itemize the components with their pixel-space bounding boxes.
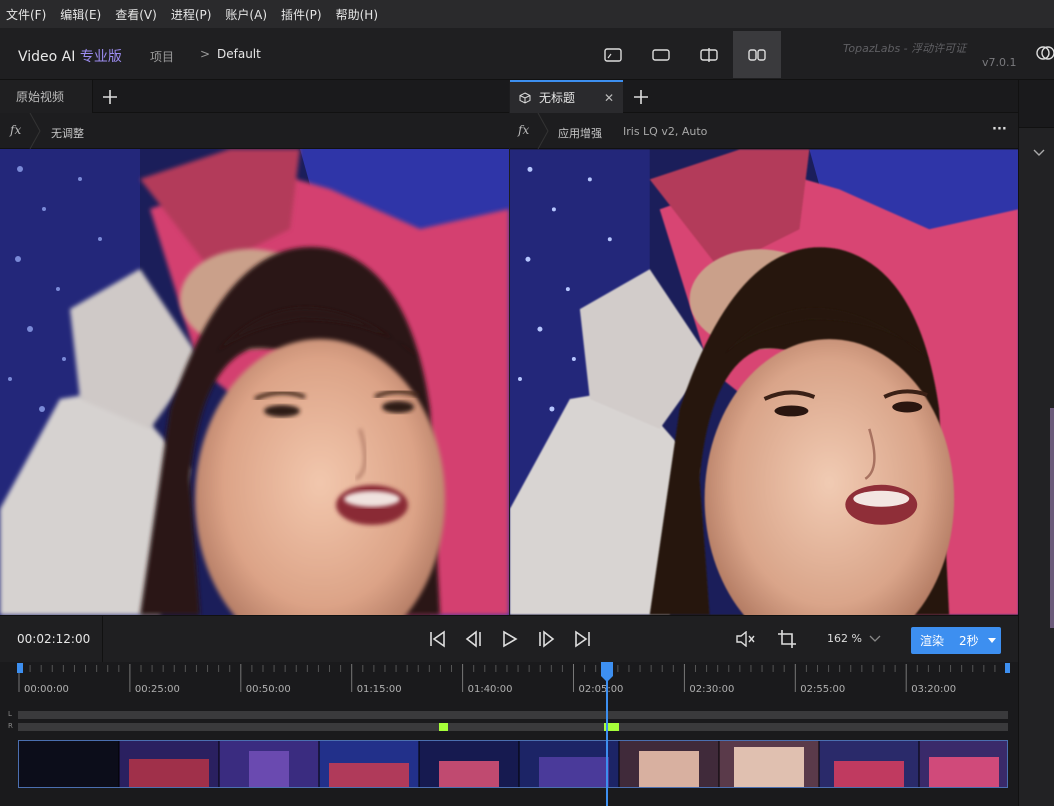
version-label: v7.0.1 — [982, 56, 1017, 69]
out-point-marker[interactable] — [1005, 663, 1010, 673]
menu-edit[interactable]: 编辑(E) — [60, 6, 101, 23]
crop-icon[interactable] — [778, 630, 796, 648]
close-icon[interactable]: ✕ — [604, 91, 614, 105]
play-icon[interactable] — [500, 630, 520, 648]
render-label: 渲染 — [920, 634, 945, 648]
caret-down-icon — [987, 637, 996, 643]
skip-to-start-icon[interactable] — [428, 630, 448, 648]
filmstrip-thumbnails — [19, 741, 1007, 787]
tab-original-video[interactable]: 原始视频 — [0, 80, 93, 113]
transport-bar: 00:02:12:00 162 % 渲染 2秒 — [0, 615, 1018, 663]
cube-icon — [519, 91, 531, 104]
ruler-tick-label: 01:40:00 — [467, 684, 513, 695]
audio-marker — [439, 723, 448, 731]
app-name: Video AI — [18, 49, 76, 65]
menu-process[interactable]: 进程(P) — [171, 6, 212, 23]
chevron-right-icon: > — [200, 47, 211, 61]
app-title: Video AI 专业版 — [18, 46, 122, 66]
render-duration: 2秒 — [959, 634, 979, 648]
ruler-tick-label: 02:30:00 — [689, 684, 735, 695]
breadcrumb-project[interactable]: 项目 — [150, 48, 174, 65]
track-label-right: R — [8, 722, 13, 730]
mute-icon[interactable] — [735, 631, 755, 647]
single-view-button[interactable] — [589, 31, 637, 78]
skip-to-end-icon[interactable] — [572, 630, 592, 648]
divider — [102, 616, 103, 663]
plus-icon — [634, 89, 648, 104]
right-settings-bar: fx 应用增强 Iris LQ v2, Auto ··· — [510, 113, 1018, 149]
menu-account[interactable]: 账户(A) — [225, 6, 267, 23]
chevron-separator-icon — [537, 113, 549, 149]
adjustment-label[interactable]: 无调整 — [51, 125, 84, 141]
add-tab-right-button[interactable] — [624, 80, 658, 113]
tab-label: 无标题 — [539, 91, 576, 105]
ruler-tick-label: 02:55:00 — [800, 684, 846, 695]
right-side-panel — [1018, 80, 1054, 806]
playhead[interactable] — [605, 662, 608, 806]
panel-header — [1019, 80, 1054, 128]
account-icon — [1036, 46, 1054, 60]
original-video-preview[interactable] — [0, 149, 509, 615]
fx-icon: fx — [10, 123, 22, 137]
breadcrumb-project-name[interactable]: Default — [217, 47, 261, 61]
menu-help[interactable]: 帮助(H) — [336, 6, 378, 23]
menu-bar: 文件(F) 编辑(E) 查看(V) 进程(P) 账户(A) 插件(P) 帮助(H… — [0, 0, 1054, 28]
menu-plugins[interactable]: 插件(P) — [281, 6, 322, 23]
ruler-tick-label: 00:50:00 — [245, 684, 291, 695]
full-view-button[interactable] — [637, 31, 685, 78]
add-tab-left-button[interactable] — [93, 80, 127, 113]
app-header: Video AI 专业版 项目 > Default TopazLabs - 浮动… — [0, 28, 1054, 80]
video-frame-enhanced — [510, 149, 1018, 615]
enhanced-video-preview[interactable] — [510, 149, 1018, 615]
ruler-tick-label: 00:00:00 — [24, 684, 69, 695]
side-by-side-button[interactable] — [733, 31, 781, 78]
timeline[interactable]: 00:00:00 00:25:00 00:50:00 01:15:00 01:40:00… — [0, 662, 1018, 806]
audio-track-right — [18, 723, 1008, 731]
more-options-icon[interactable]: ··· — [992, 122, 1007, 137]
step-back-icon[interactable] — [464, 630, 484, 648]
tab-untitled[interactable]: 无标题 ✕ — [510, 80, 623, 113]
timeline-ruler[interactable] — [0, 662, 1018, 702]
app-edition: 专业版 — [79, 49, 122, 65]
panel-thumbnail-edge — [1050, 408, 1054, 628]
right-tab-strip: 无标题 ✕ — [510, 80, 1018, 113]
full-view-icon — [652, 48, 670, 61]
in-point-marker[interactable] — [17, 663, 23, 673]
menu-view[interactable]: 查看(V) — [115, 6, 157, 23]
fx-icon: fx — [518, 123, 530, 137]
zoom-level[interactable]: 162 % — [827, 632, 862, 645]
playhead-handle-icon[interactable] — [600, 662, 613, 682]
split-view-icon — [700, 47, 718, 62]
side-by-side-icon — [748, 48, 766, 61]
left-settings-bar: fx 无调整 — [0, 113, 509, 149]
license-label: TopazLabs - 浮动许可证 — [843, 42, 967, 55]
ruler-tick-label: 03:20:00 — [911, 684, 957, 695]
enhancement-label[interactable]: 应用增强 — [558, 125, 602, 141]
left-tab-strip: 原始视频 — [0, 80, 509, 113]
plus-icon — [103, 89, 117, 104]
split-view-button[interactable] — [685, 31, 733, 78]
step-forward-icon[interactable] — [536, 630, 556, 648]
model-label[interactable]: Iris LQ v2, Auto — [623, 125, 707, 138]
chevron-down-icon[interactable] — [1033, 148, 1045, 158]
ruler-tick-label: 00:25:00 — [134, 684, 180, 695]
video-track-filmstrip[interactable] — [18, 740, 1008, 788]
chevron-down-icon[interactable] — [869, 635, 881, 643]
single-view-icon — [604, 47, 622, 62]
menu-file[interactable]: 文件(F) — [6, 6, 46, 23]
video-frame-original — [0, 149, 509, 615]
account-button[interactable] — [1036, 44, 1054, 66]
ruler-tick-label: 01:15:00 — [356, 684, 402, 695]
tab-label: 原始视频 — [16, 90, 65, 104]
render-button[interactable]: 渲染 2秒 — [911, 627, 1001, 654]
chevron-separator-icon — [29, 113, 41, 149]
ruler-tick-label: 02:05:00 — [578, 684, 624, 695]
track-label-left: L — [8, 710, 12, 718]
audio-track-left — [18, 711, 1008, 719]
timecode-display[interactable]: 00:02:12:00 — [17, 632, 90, 646]
